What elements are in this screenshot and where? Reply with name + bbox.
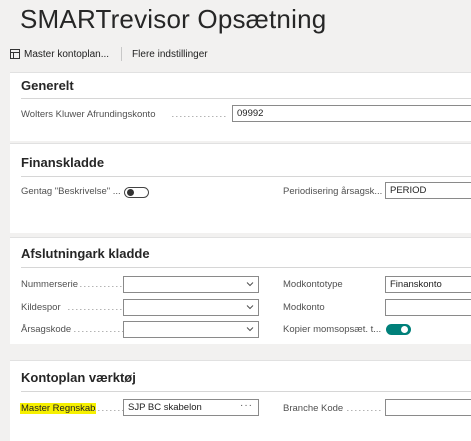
- dots: [347, 410, 381, 411]
- dots: [80, 286, 124, 287]
- modkontotype-label: Modkontotype: [283, 279, 343, 290]
- section-rule: [21, 267, 471, 268]
- master-regnskab-label: Master Regnskab: [20, 403, 97, 414]
- wolters-label: Wolters Kluwer Afrundingskonto: [21, 109, 156, 120]
- gentag-label: Gentag "Beskrivelse" ...: [21, 186, 121, 197]
- master-kontoplan-label: Master kontoplan...: [24, 48, 110, 60]
- nummerserie-label: Nummerserie: [21, 279, 79, 290]
- action-bar: Master kontoplan... Flere indstillinger: [10, 45, 208, 63]
- dots: [172, 116, 226, 117]
- toggle-knob: [401, 326, 408, 333]
- dots: [74, 331, 124, 332]
- more-icon[interactable]: ···: [240, 400, 253, 411]
- section-title-generelt[interactable]: Generelt: [21, 78, 74, 93]
- chevron-down-icon: [246, 327, 254, 332]
- section-kontoplan: Kontoplan værktøj Master Regnskab SJP BC…: [10, 360, 471, 441]
- section-title-afslutningark[interactable]: Afslutningark kladde: [21, 246, 150, 261]
- dots: [68, 309, 124, 310]
- chevron-down-icon: [246, 305, 254, 310]
- gentag-toggle[interactable]: [124, 187, 149, 198]
- periodisering-label: Periodisering årsagsk...: [283, 186, 383, 197]
- kildespor-label: Kildespor: [21, 302, 61, 313]
- section-rule: [21, 391, 471, 392]
- aarsagskode-select[interactable]: [123, 321, 259, 338]
- modkonto-label: Modkonto: [283, 302, 325, 313]
- chevron-down-icon: [246, 282, 254, 287]
- table-icon: [10, 49, 20, 59]
- section-rule: [21, 176, 471, 177]
- section-afslutningark: Afslutningark kladde Nummerserie Kildesp…: [10, 237, 471, 344]
- page-title: SMARTrevisor Opsætning: [20, 4, 327, 34]
- section-generelt: Generelt Wolters Kluwer Afrundingskonto …: [10, 72, 471, 141]
- section-finanskladde: Finanskladde Gentag "Beskrivelse" ... Pe…: [10, 143, 471, 233]
- nummerserie-select[interactable]: [123, 276, 259, 293]
- section-rule: [21, 98, 471, 99]
- branche-field[interactable]: [385, 399, 471, 416]
- action-separator: [121, 47, 123, 61]
- aarsagskode-label: Årsagskode: [21, 324, 72, 335]
- modkonto-field[interactable]: [385, 299, 471, 316]
- dots: [94, 410, 124, 411]
- kopier-toggle[interactable]: [386, 324, 411, 335]
- section-title-finanskladde[interactable]: Finanskladde: [21, 155, 104, 170]
- flere-indstillinger-label: Flere indstillinger: [132, 48, 208, 60]
- section-title-kontoplan[interactable]: Kontoplan værktøj: [21, 370, 136, 385]
- wolters-field[interactable]: 09992: [232, 105, 471, 122]
- master-regnskab-field[interactable]: SJP BC skabelon ···: [123, 399, 259, 416]
- kildespor-select[interactable]: [123, 299, 259, 316]
- toggle-knob: [127, 189, 134, 196]
- periodisering-field[interactable]: PERIOD: [385, 182, 471, 199]
- flere-indstillinger-action[interactable]: Flere indstillinger: [132, 49, 208, 60]
- modkontotype-field[interactable]: Finanskonto: [385, 276, 471, 293]
- master-kontoplan-action[interactable]: Master kontoplan...: [10, 49, 109, 60]
- kopier-label: Kopier momsopsæt. t...: [283, 324, 382, 335]
- branche-label: Branche Kode: [283, 403, 344, 414]
